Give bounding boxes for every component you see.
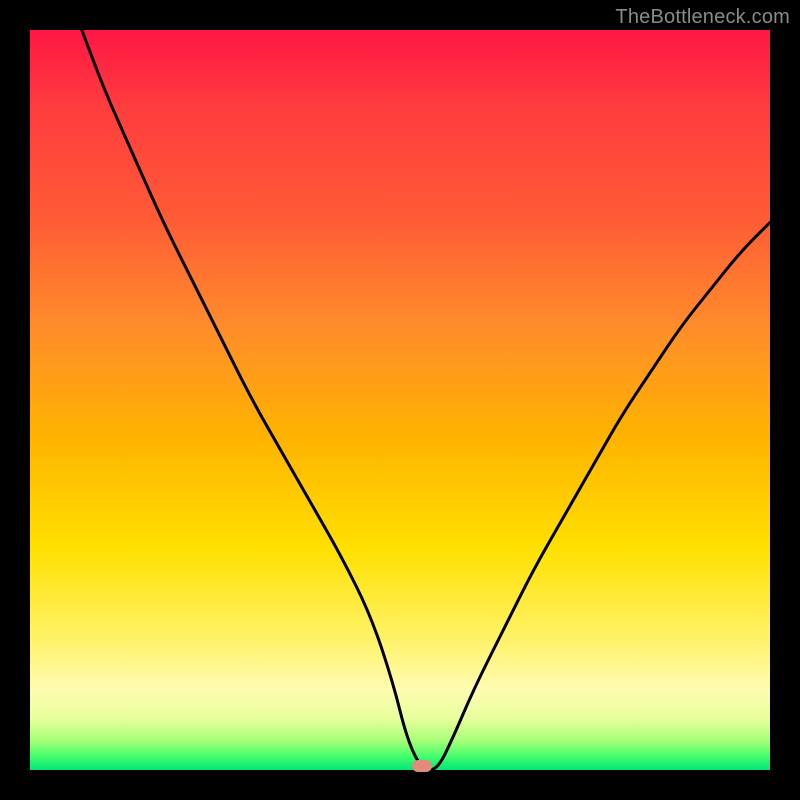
watermark-text: TheBottleneck.com: [615, 6, 790, 29]
optimum-marker: [412, 760, 432, 772]
chart-stage: TheBottleneck.com: [0, 0, 800, 800]
plot-area: [30, 30, 770, 770]
bottleneck-curve: [30, 30, 770, 770]
